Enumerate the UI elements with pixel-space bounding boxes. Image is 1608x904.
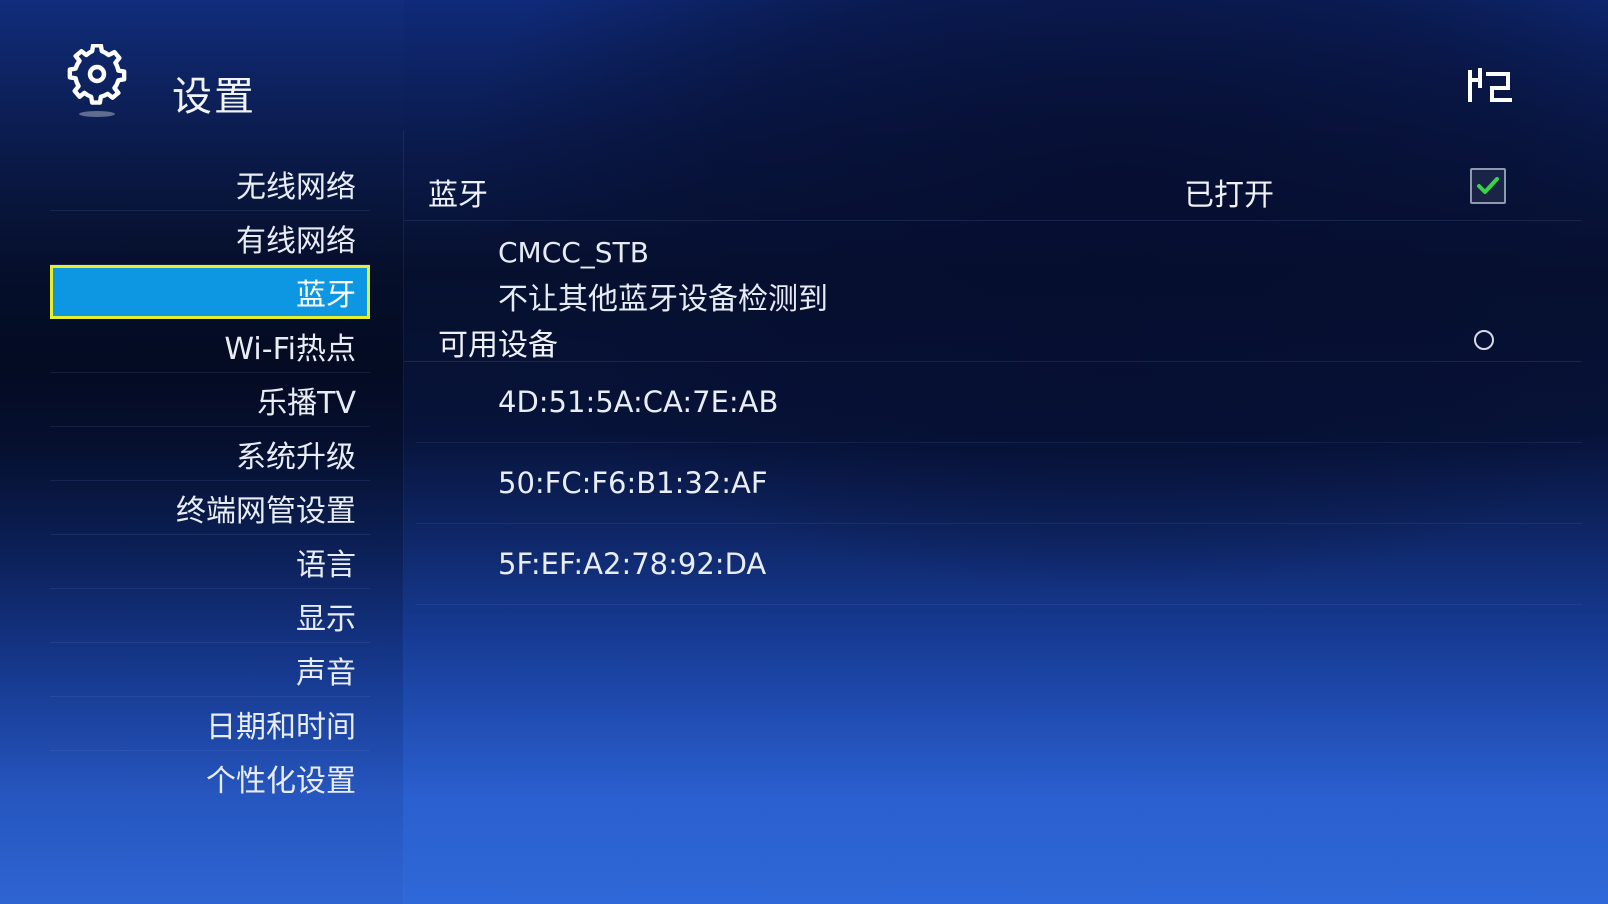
- sidebar-item-lebo-tv[interactable]: 乐播TV: [50, 373, 370, 427]
- sidebar-item-terminal-management[interactable]: 终端网管设置: [50, 481, 370, 535]
- sidebar-item-language[interactable]: 语言: [50, 535, 370, 589]
- check-icon: [1477, 177, 1499, 194]
- device-item[interactable]: 50:FC:F6:B1:32:AF: [416, 443, 1582, 524]
- bluetooth-status: 已打开: [1184, 178, 1274, 213]
- sidebar-item-personalization[interactable]: 个性化设置: [50, 751, 370, 805]
- sidebar-item-bluetooth[interactable]: 蓝牙: [50, 265, 370, 319]
- sidebar-item-wifi-hotspot[interactable]: Wi-Fi热点: [50, 319, 370, 373]
- gear-icon: [64, 43, 134, 120]
- sidebar-item-display[interactable]: 显示: [50, 589, 370, 643]
- sidebar-item-system-upgrade[interactable]: 系统升级: [50, 427, 370, 481]
- device-name[interactable]: CMCC_STB: [498, 236, 649, 269]
- bluetooth-label: 蓝牙: [428, 178, 488, 213]
- sidebar-item-wired-network[interactable]: 有线网络: [50, 211, 370, 265]
- visibility-setting[interactable]: 不让其他蓝牙设备检测到: [498, 274, 828, 318]
- bluetooth-toggle-row[interactable]: 蓝牙 已打开: [404, 160, 1582, 221]
- sidebar-item-sound[interactable]: 声音: [50, 643, 370, 697]
- available-devices-label: 可用设备: [438, 328, 558, 363]
- sidebar-item-date-time[interactable]: 日期和时间: [50, 697, 370, 751]
- sidebar-item-wireless-network[interactable]: 无线网络: [50, 157, 370, 211]
- panel-divider: [403, 130, 404, 904]
- page-title: 设置: [172, 74, 256, 120]
- available-devices-list: 4D:51:5A:CA:7E:AB 50:FC:F6:B1:32:AF 5F:E…: [416, 362, 1582, 605]
- corner-logo-icon: [1466, 66, 1514, 106]
- available-devices-header: 可用设备: [404, 316, 1582, 363]
- bluetooth-checkbox[interactable]: [1470, 168, 1506, 204]
- device-item[interactable]: 5F:EF:A2:78:92:DA: [416, 524, 1582, 605]
- loading-icon: [1474, 330, 1494, 350]
- settings-sidebar: 无线网络 有线网络 蓝牙 Wi-Fi热点 乐播TV 系统升级 终端网管设置 语言…: [50, 157, 370, 805]
- device-item[interactable]: 4D:51:5A:CA:7E:AB: [416, 362, 1582, 443]
